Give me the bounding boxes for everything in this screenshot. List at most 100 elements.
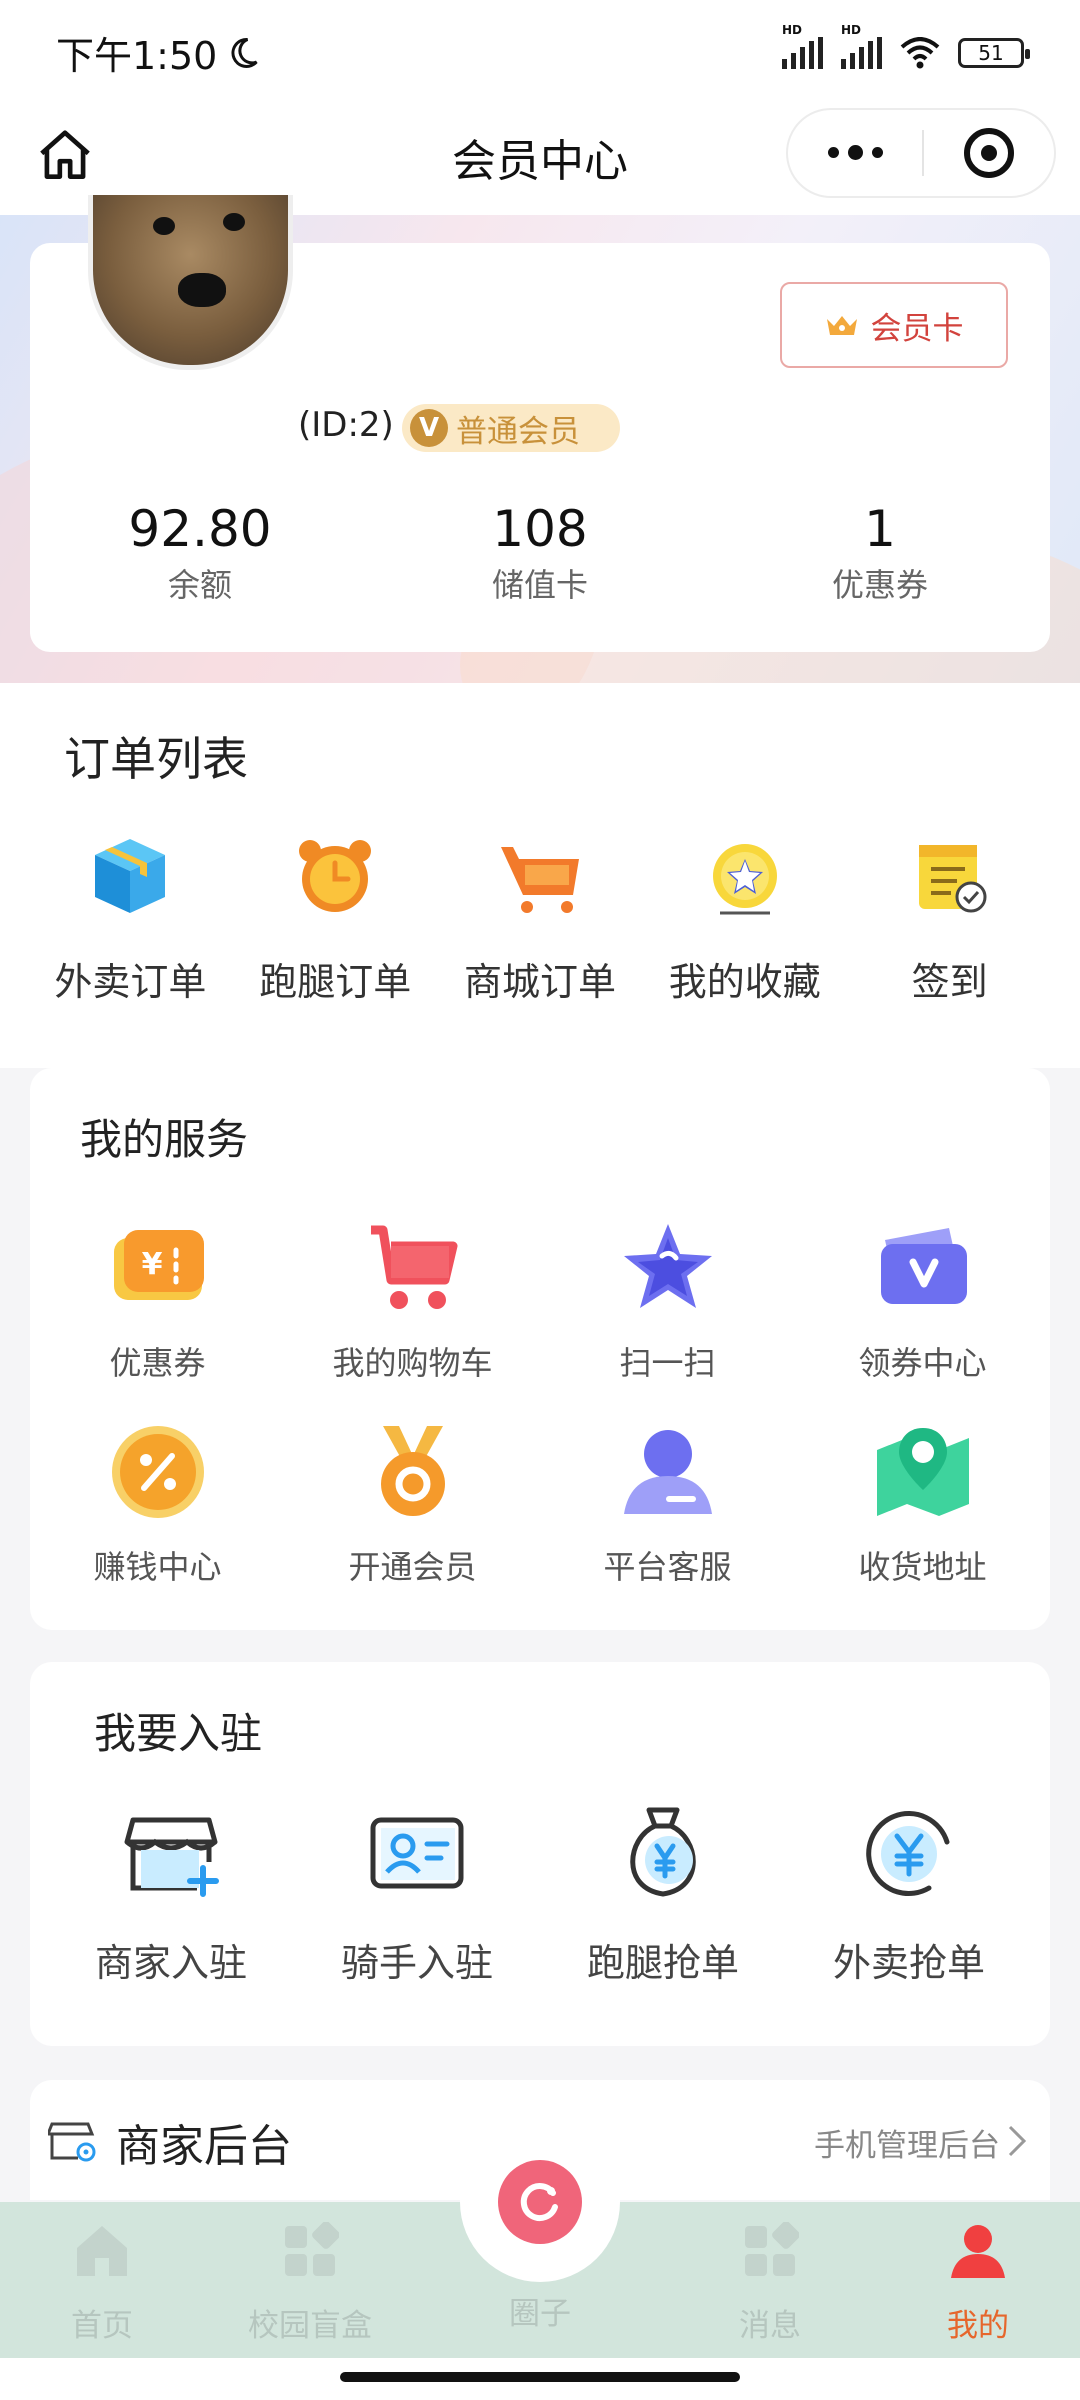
settle-label: 外卖抢单 bbox=[832, 1941, 985, 1985]
customer-service-icon bbox=[623, 1430, 712, 1514]
service-scan[interactable]: 扫一扫 bbox=[540, 1216, 795, 1384]
wifi-icon bbox=[900, 36, 940, 68]
settle-rider[interactable]: 骑手入驻 bbox=[294, 1802, 540, 1987]
coupon-icon: ¥ bbox=[113, 1230, 204, 1300]
chevron-right-icon bbox=[1008, 2125, 1027, 2157]
member-level-badge: V 普通会员 bbox=[402, 404, 620, 452]
cart-icon bbox=[370, 1225, 457, 1309]
status-time: 下午1:50 bbox=[56, 34, 218, 78]
tab-label: 消息 bbox=[739, 2308, 801, 2344]
service-label: 领券中心 bbox=[858, 1344, 987, 1382]
calendar-check-icon bbox=[918, 845, 987, 913]
star-icon bbox=[623, 1224, 712, 1308]
crown-icon bbox=[826, 316, 857, 335]
tab-mine[interactable]: 我的 bbox=[898, 2222, 1058, 2345]
percent-icon bbox=[111, 1426, 204, 1518]
stat-label: 余额 bbox=[167, 566, 232, 604]
service-earn[interactable]: 赚钱中心 bbox=[30, 1420, 285, 1588]
circle-refresh-icon bbox=[520, 2183, 558, 2222]
tab-label: 校园盲盒 bbox=[248, 2308, 372, 2344]
user-id: (ID:2) bbox=[298, 405, 394, 445]
circle-center-button[interactable] bbox=[498, 2160, 582, 2244]
package-box-icon bbox=[95, 839, 166, 913]
backend-link[interactable]: 手机管理后台 bbox=[814, 2120, 1000, 2165]
more-menu-icon[interactable] bbox=[788, 144, 922, 160]
yuan-circle-icon bbox=[866, 1811, 950, 1897]
order-item-label: 商城订单 bbox=[463, 960, 616, 1004]
service-label: 开通会员 bbox=[348, 1548, 477, 1586]
stat-stored-value-card[interactable]: 108 储值卡 bbox=[370, 500, 710, 606]
settle-in-card: 我要入驻 商家入驻 骑手入驻 跑腿抢单 外卖抢单 bbox=[30, 1662, 1050, 2046]
service-address[interactable]: 收货地址 bbox=[795, 1420, 1050, 1588]
tab-label: 首页 bbox=[71, 2308, 133, 2344]
order-item-label: 外卖订单 bbox=[54, 960, 207, 1004]
tab-label: 我的 bbox=[947, 2308, 1009, 2344]
service-label: 扫一扫 bbox=[619, 1344, 716, 1382]
service-label: 赚钱中心 bbox=[93, 1548, 222, 1586]
service-coupon-center[interactable]: 领券中心 bbox=[795, 1216, 1050, 1384]
shopping-cart-icon bbox=[500, 847, 579, 913]
order-item-favorites[interactable]: 我的收藏 bbox=[642, 831, 847, 1006]
order-item-takeout[interactable]: 外卖订单 bbox=[28, 831, 233, 1006]
settle-merchant[interactable]: 商家入驻 bbox=[48, 1802, 294, 1987]
tab-messages[interactable]: 消息 bbox=[690, 2221, 850, 2345]
stat-coupons[interactable]: 1 优惠券 bbox=[710, 500, 1050, 606]
member-card-button[interactable]: 会员卡 bbox=[780, 282, 1008, 368]
home-indicator[interactable] bbox=[340, 2372, 740, 2382]
alarm-clock-icon bbox=[299, 840, 372, 912]
home-tab-icon bbox=[77, 2226, 127, 2276]
order-item-label: 签到 bbox=[911, 960, 988, 1004]
service-cart[interactable]: 我的购物车 bbox=[285, 1216, 540, 1384]
mini-program-capsule bbox=[786, 108, 1056, 198]
signal-icon: HD bbox=[782, 23, 823, 69]
service-coupon[interactable]: ¥ 优惠券 bbox=[30, 1216, 285, 1384]
order-item-label: 我的收藏 bbox=[668, 960, 821, 1004]
store-settings-icon bbox=[48, 2122, 96, 2162]
star-medal-icon bbox=[712, 844, 777, 915]
svg-text:¥: ¥ bbox=[141, 1247, 162, 1282]
account-stats: 92.80 余额 108 储值卡 1 优惠券 bbox=[30, 500, 1050, 606]
section-title: 订单列表 bbox=[64, 732, 248, 786]
section-title: 我的服务 bbox=[80, 1115, 249, 1164]
settle-label: 骑手入驻 bbox=[340, 1941, 493, 1985]
stat-value: 1 bbox=[864, 500, 896, 558]
order-item-mall[interactable]: 商城订单 bbox=[438, 831, 643, 1006]
tab-home[interactable]: 首页 bbox=[22, 2222, 182, 2345]
service-label: 平台客服 bbox=[603, 1548, 732, 1586]
tab-circle[interactable]: 圈子 bbox=[460, 2272, 620, 2333]
user-tab-icon bbox=[951, 2225, 1005, 2278]
member-card-label: 会员卡 bbox=[870, 310, 964, 347]
medal-icon bbox=[380, 1426, 445, 1516]
grid-apps-icon bbox=[285, 2221, 340, 2276]
battery-icon: 51 bbox=[958, 37, 1030, 68]
member-level: 普通会员 bbox=[456, 413, 580, 450]
stat-value: 92.80 bbox=[128, 500, 272, 558]
order-list-section: 订单列表 外卖订单 跑腿订单 商城订单 我的收藏 签到 bbox=[0, 683, 1080, 1068]
tab-blind-box[interactable]: 校园盲盒 bbox=[230, 2221, 390, 2345]
order-item-checkin[interactable]: 签到 bbox=[847, 831, 1052, 1006]
service-customer-service[interactable]: 平台客服 bbox=[540, 1420, 795, 1588]
order-item-errand[interactable]: 跑腿订单 bbox=[233, 831, 438, 1006]
close-target-icon[interactable] bbox=[924, 128, 1054, 178]
stat-balance[interactable]: 92.80 余额 bbox=[30, 500, 370, 606]
status-bar: 下午1:50 HD HD 51 bbox=[0, 0, 1080, 105]
service-label: 优惠券 bbox=[109, 1344, 206, 1382]
map-pin-icon bbox=[876, 1428, 969, 1516]
service-membership[interactable]: 开通会员 bbox=[285, 1420, 540, 1588]
backend-title: 商家后台 bbox=[116, 2121, 292, 2172]
voucher-icon bbox=[880, 1228, 967, 1304]
grid-apps-icon bbox=[745, 2221, 800, 2276]
moon-icon bbox=[231, 37, 258, 68]
battery-level: 51 bbox=[978, 40, 1004, 65]
settle-label: 商家入驻 bbox=[94, 1941, 247, 1985]
settle-errand-grab[interactable]: 跑腿抢单 bbox=[540, 1802, 786, 1987]
order-item-label: 跑腿订单 bbox=[259, 960, 412, 1004]
settle-label: 跑腿抢单 bbox=[586, 1941, 739, 1985]
tab-label: 圈子 bbox=[509, 2296, 571, 2332]
stat-label: 储值卡 bbox=[491, 566, 588, 604]
store-add-icon bbox=[124, 1817, 219, 1897]
settle-takeout-grab[interactable]: 外卖抢单 bbox=[786, 1802, 1032, 1987]
service-label: 收货地址 bbox=[858, 1548, 987, 1586]
section-title: 我要入驻 bbox=[94, 1709, 263, 1758]
service-label: 我的购物车 bbox=[332, 1344, 493, 1382]
